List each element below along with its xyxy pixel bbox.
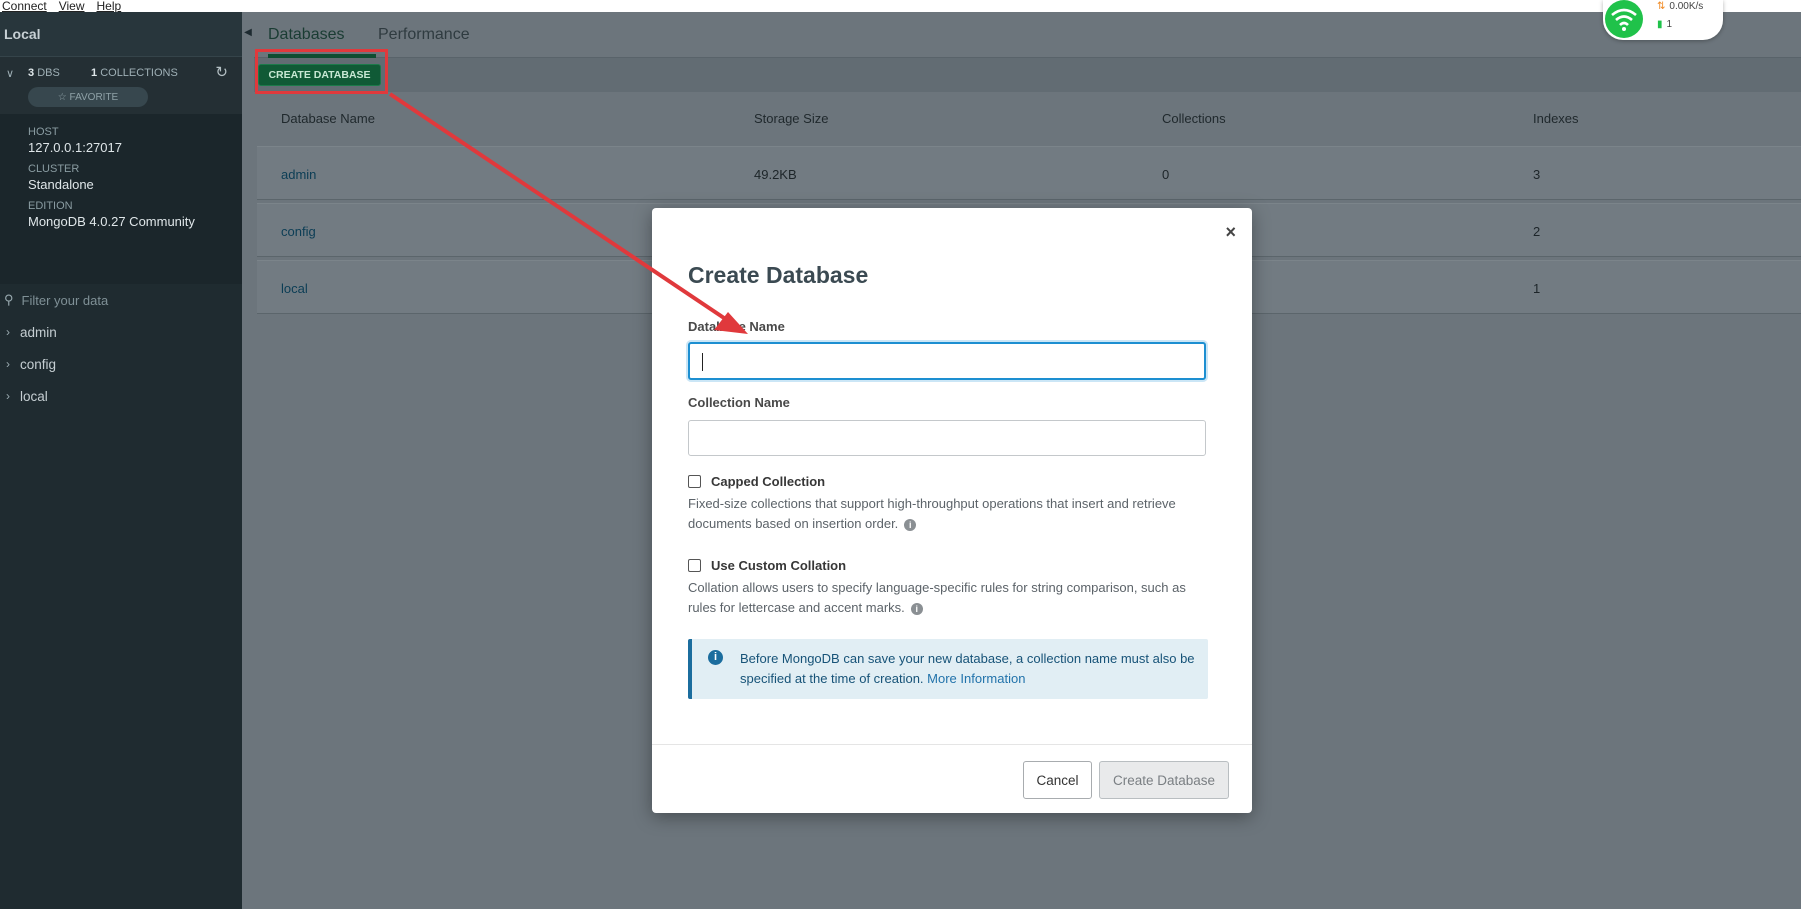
custom-collation-help: Collation allows users to specify langua… — [688, 580, 1186, 615]
info-banner: i Before MongoDB can save your new datab… — [688, 639, 1208, 699]
database-link[interactable]: config — [281, 224, 316, 239]
sidebar-title: Local — [0, 12, 242, 56]
annotation-highlight-box — [255, 49, 388, 94]
chevron-down-icon[interactable]: ∨ — [6, 67, 14, 80]
indexes-cell: 1 — [1533, 281, 1541, 296]
chevron-right-icon: › — [6, 357, 10, 371]
upload-speed: ⇅ 0.00K/s — [1657, 1, 1704, 12]
info-banner-text: Before MongoDB can save your new databas… — [740, 651, 1195, 686]
menu-view[interactable]: View — [59, 0, 85, 12]
collection-name-label: Collection Name — [688, 395, 790, 410]
refresh-icon[interactable]: ↻ — [215, 63, 228, 81]
filter-placeholder: Filter your data — [21, 292, 109, 308]
modal-title: Create Database — [688, 262, 869, 288]
column-header-collections[interactable]: Collections — [1162, 111, 1226, 126]
info-icon[interactable]: i — [904, 518, 917, 531]
cancel-button[interactable]: Cancel — [1023, 761, 1092, 799]
menu-help[interactable]: Help — [97, 0, 122, 12]
device-icon: ▮ — [1657, 19, 1663, 30]
database-link[interactable]: admin — [281, 167, 316, 182]
custom-collation-checkbox[interactable] — [688, 559, 701, 572]
menu-bar: Connect View Help — [0, 0, 1801, 12]
network-speed-widget: ⇅ 0.00K/s ▮ 1 — [1603, 0, 1723, 40]
storage-size-cell: 49.2KB — [754, 167, 797, 182]
sidebar-item-label: admin — [20, 324, 57, 340]
host-label: HOST — [28, 126, 59, 138]
search-icon: ⚲ — [4, 292, 14, 307]
info-icon: i — [708, 650, 723, 665]
sidebar-item-config[interactable]: › config — [0, 348, 242, 380]
column-header-storage[interactable]: Storage Size — [754, 111, 828, 126]
capped-collection-label: Capped Collection — [711, 474, 826, 489]
sidebar-item-label: local — [20, 388, 48, 404]
host-value: 127.0.0.1:27017 — [28, 140, 122, 155]
device-count: ▮ 1 — [1657, 19, 1673, 30]
custom-collation-option[interactable]: Use Custom Collation — [688, 558, 846, 573]
indexes-cell: 2 — [1533, 224, 1541, 239]
favorite-button[interactable]: ☆ FAVORITE — [28, 87, 148, 107]
edition-label: EDITION — [28, 200, 73, 212]
toolbar: CREATE DATABASE — [254, 58, 1801, 92]
collapse-sidebar-icon[interactable]: ◀ — [242, 20, 254, 44]
database-name-input[interactable] — [688, 342, 1206, 380]
custom-collation-label: Use Custom Collation — [711, 558, 847, 573]
info-icon[interactable]: i — [910, 602, 923, 615]
tab-performance[interactable]: Performance — [378, 26, 470, 44]
sidebar-item-admin[interactable]: › admin — [0, 316, 242, 348]
filter-input[interactable]: ⚲ Filter your data — [0, 284, 242, 316]
create-database-modal: × Create Database Database Name Collecti… — [652, 208, 1252, 813]
column-header-indexes[interactable]: Indexes — [1533, 111, 1579, 126]
collection-name-input[interactable] — [688, 420, 1206, 456]
database-link[interactable]: local — [281, 281, 308, 296]
modal-footer-divider — [652, 744, 1252, 745]
capped-collection-option[interactable]: Capped Collection — [688, 474, 825, 489]
more-information-link[interactable]: More Information — [927, 671, 1025, 686]
connection-info: HOST 127.0.0.1:27017 CLUSTER Standalone … — [0, 114, 242, 284]
table-row: admin 49.2KB 0 3 — [257, 146, 1801, 200]
sidebar-item-label: config — [20, 356, 57, 372]
capped-collection-checkbox[interactable] — [688, 475, 701, 488]
menu-connect[interactable]: Connect — [2, 0, 47, 12]
tab-bar: Databases Performance — [254, 12, 1801, 58]
cluster-value: Standalone — [28, 177, 94, 192]
sidebar-stats: ∨ 3 DBS 1 COLLECTIONS ↻ ☆ FAVORITE — [0, 56, 242, 114]
text-caret — [702, 353, 703, 371]
collections-count: 1 COLLECTIONS — [91, 67, 178, 79]
close-icon[interactable]: × — [1225, 222, 1236, 243]
database-name-label: Database Name — [688, 319, 785, 334]
column-header-name[interactable]: Database Name — [281, 111, 375, 126]
dbs-count: 3 DBS — [28, 67, 60, 79]
cluster-label: CLUSTER — [28, 163, 80, 175]
tab-databases[interactable]: Databases — [268, 26, 345, 44]
sidebar: Local ∨ 3 DBS 1 COLLECTIONS ↻ ☆ FAVORITE… — [0, 12, 242, 909]
table-header: Database Name Storage Size Collections I… — [257, 105, 1801, 143]
create-database-submit-button[interactable]: Create Database — [1099, 761, 1229, 799]
chevron-right-icon: › — [6, 389, 10, 403]
indexes-cell: 3 — [1533, 167, 1541, 182]
wifi-icon — [1605, 0, 1643, 38]
sidebar-item-local[interactable]: › local — [0, 380, 242, 412]
transfer-arrows-icon: ⇅ — [1657, 1, 1666, 12]
collections-cell: 0 — [1162, 167, 1170, 182]
capped-collection-help: Fixed-size collections that support high… — [688, 496, 1176, 531]
edition-value: MongoDB 4.0.27 Community — [28, 214, 195, 229]
chevron-right-icon: › — [6, 325, 10, 339]
